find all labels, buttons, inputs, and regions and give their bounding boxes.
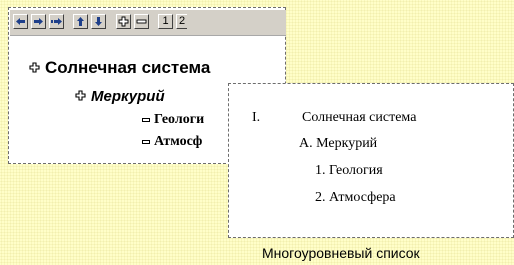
outline-item-level-2-text: Меркурий bbox=[91, 88, 165, 105]
outline-item-level-3-text: Геологи bbox=[154, 112, 205, 127]
collapse-marker-icon bbox=[142, 118, 150, 122]
collapse-icon[interactable] bbox=[134, 14, 149, 29]
show-level-1-button[interactable]: 1 bbox=[158, 14, 173, 29]
move-up-icon[interactable] bbox=[73, 14, 88, 29]
outline-item-level-3-text: Атмосф bbox=[154, 134, 203, 149]
move-down-icon[interactable] bbox=[91, 14, 106, 29]
collapse-marker-icon bbox=[142, 140, 150, 144]
multilevel-list-preview: I. Солнечная система А. Меркурий 1. Геол… bbox=[228, 83, 514, 238]
list-item-3: 1. Геология bbox=[315, 163, 383, 178]
level-2-label: 2 bbox=[178, 15, 186, 27]
demote-icon[interactable] bbox=[31, 14, 46, 29]
caption: Многоуровневый список bbox=[262, 245, 420, 261]
promote-icon[interactable] bbox=[13, 14, 28, 29]
list-item-1-text: Солнечная система bbox=[302, 110, 417, 125]
outline-item-level-2[interactable]: Меркурий bbox=[75, 88, 165, 105]
list-item-2: А. Меркурий bbox=[299, 136, 378, 151]
outline-item-level-1[interactable]: Солнечная система bbox=[29, 58, 210, 78]
show-level-2-button[interactable]: 2 bbox=[176, 14, 187, 29]
expand-marker-icon bbox=[29, 58, 40, 78]
list-item-1-number: I. bbox=[252, 110, 261, 125]
expand-icon[interactable] bbox=[116, 14, 131, 29]
outline-item-level-1-text: Солнечная система bbox=[45, 58, 211, 77]
outline-item-level-3-geology[interactable]: Геологи bbox=[142, 112, 204, 128]
level-1-label: 1 bbox=[162, 15, 169, 27]
demote-to-body-icon[interactable] bbox=[49, 14, 64, 29]
list-item-4: 2. Атмосфера bbox=[315, 190, 396, 205]
outline-toolbar: 1 2 bbox=[10, 10, 286, 36]
outline-item-level-3-atmosphere[interactable]: Атмосф bbox=[142, 134, 202, 150]
expand-marker-icon bbox=[75, 88, 86, 105]
